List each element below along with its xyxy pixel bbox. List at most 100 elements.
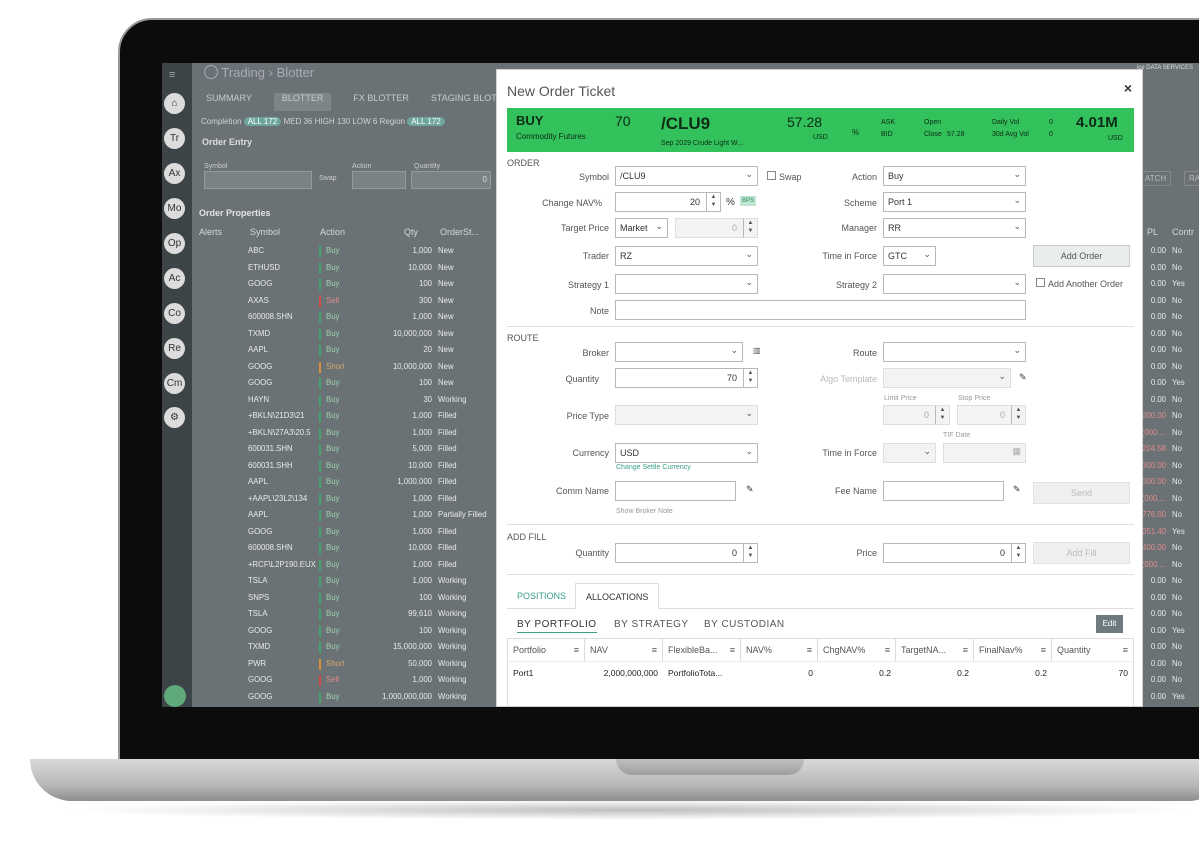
- tab-positions[interactable]: POSITIONS: [507, 583, 576, 610]
- route-tif-select[interactable]: ⌄: [883, 443, 936, 463]
- add-fill-button[interactable]: Add Fill: [1033, 542, 1130, 564]
- table-row[interactable]: GOOG Buy 100 Working: [192, 623, 502, 640]
- right-button-2[interactable]: RAC: [1184, 171, 1199, 186]
- subtab-by-strategy[interactable]: BY STRATEGY: [614, 619, 689, 630]
- change-nav-input[interactable]: 20 ▲ ▼: [615, 192, 721, 212]
- table-row[interactable]: SNPS Buy 100 Working: [192, 590, 502, 607]
- route-quantity-input[interactable]: 70 ▲ ▼: [615, 368, 758, 388]
- th-final-nav[interactable]: FinalNav% ≡: [974, 639, 1052, 661]
- subtab-by-custodian[interactable]: BY CUSTODIAN: [704, 619, 785, 630]
- menu-icon[interactable]: ≡: [1123, 645, 1128, 655]
- tab-allocations[interactable]: ALLOCATIONS: [575, 583, 660, 610]
- subtab-by-portfolio[interactable]: BY PORTFOLIO: [517, 619, 597, 633]
- sidebar-item-op[interactable]: Op: [164, 233, 185, 254]
- fill-quantity-input[interactable]: 0 ▲ ▼: [615, 543, 758, 563]
- cell-quantity[interactable]: 70: [1052, 661, 1133, 683]
- table-row[interactable]: GOOG Short 10,000,000 New: [192, 359, 502, 376]
- table-row[interactable]: TSLA Buy 1,000 Working: [192, 573, 502, 590]
- currency-select[interactable]: USD ⌄: [615, 443, 758, 463]
- filter-all[interactable]: ALL 172: [243, 117, 282, 126]
- comm-name-input[interactable]: [615, 481, 736, 501]
- trader-select[interactable]: RZ ⌄: [615, 246, 758, 266]
- oe-symbol-input[interactable]: [204, 171, 312, 189]
- table-row[interactable]: TXMD Buy 10,000,000 New: [192, 326, 502, 343]
- stepper-icon[interactable]: ▲ ▼: [743, 369, 757, 387]
- col-alerts[interactable]: Alerts: [199, 227, 222, 237]
- strategy2-select[interactable]: ⌄: [883, 274, 1026, 294]
- sidebar-item-re[interactable]: Re: [164, 338, 185, 359]
- edit-button[interactable]: Edit: [1096, 615, 1123, 633]
- manager-select[interactable]: RR ⌄: [883, 218, 1026, 238]
- pencil-icon[interactable]: ✎: [1019, 372, 1027, 383]
- table-row[interactable]: +BKLN\27A3\20.5 Buy 1,000 Filled: [192, 425, 502, 442]
- col-action[interactable]: Action: [320, 227, 345, 237]
- table-row[interactable]: AXAS Sell 300 New: [192, 293, 502, 310]
- stepper-icon[interactable]: ▲ ▼: [706, 193, 720, 211]
- cell-target-nav[interactable]: 0.2: [896, 661, 974, 683]
- col-pl[interactable]: PL: [1147, 227, 1158, 237]
- route-quantity-label[interactable]: Quantity: [527, 374, 599, 384]
- menu-icon[interactable]: ≡: [652, 645, 657, 655]
- table-row[interactable]: AAPL Buy 1,000 Partially Filled: [192, 507, 502, 524]
- tab-summary[interactable]: SUMMARY: [206, 93, 252, 111]
- menu-icon[interactable]: ≡: [730, 645, 735, 655]
- route-select[interactable]: ⌄: [883, 342, 1026, 362]
- menu-icon[interactable]: ≡: [169, 69, 175, 81]
- change-settle-currency-link[interactable]: Change Settle Currency: [616, 464, 691, 471]
- right-button-1[interactable]: ATCH: [1140, 171, 1172, 186]
- th-nav[interactable]: NAV ≡: [585, 639, 663, 661]
- th-nav-pct[interactable]: NAV% ≡: [741, 639, 818, 661]
- fill-price-input[interactable]: 0 ▲ ▼: [883, 543, 1026, 563]
- table-row[interactable]: ETHUSD Buy 10,000 New: [192, 260, 502, 277]
- table-row[interactable]: TSLA Buy 99,610 Working: [192, 606, 502, 623]
- swap-checkbox[interactable]: [767, 171, 776, 180]
- send-button[interactable]: Send: [1033, 482, 1130, 504]
- menu-icon[interactable]: ≡: [963, 645, 968, 655]
- broker-select[interactable]: ⌄: [615, 342, 743, 362]
- sidebar-item-mo[interactable]: Mo: [164, 198, 185, 219]
- add-order-button[interactable]: Add Order: [1033, 245, 1130, 267]
- sidebar-item-ax[interactable]: Ax: [164, 163, 185, 184]
- stepper-icon[interactable]: ▲ ▼: [1011, 544, 1025, 562]
- stop-price-input[interactable]: 0 ▲ ▼: [957, 405, 1026, 425]
- th-portfolio[interactable]: Portfolio ≡: [508, 639, 585, 661]
- target-type-select[interactable]: Market ⌄: [615, 218, 668, 238]
- table-row[interactable]: 600031.SHH Buy 10,000 Filled: [192, 458, 502, 475]
- table-row[interactable]: AAPL Buy 20 New: [192, 342, 502, 359]
- oe-swap[interactable]: Swap: [319, 175, 337, 182]
- stepper-icon[interactable]: ▲ ▼: [743, 219, 757, 237]
- table-row[interactable]: GOOG Sell 1,000 Working: [192, 672, 502, 689]
- col-order-status[interactable]: OrderSt...: [440, 227, 479, 237]
- pencil-icon[interactable]: ✎: [746, 484, 754, 495]
- menu-icon[interactable]: ≡: [885, 645, 890, 655]
- table-row[interactable]: AAPL Buy 1,000,000 Filled: [192, 474, 502, 491]
- table-row[interactable]: GOOG Buy 1,000,000,000 Working: [192, 689, 502, 706]
- oe-action-select[interactable]: [352, 171, 406, 189]
- change-nav-label[interactable]: Change NAV%: [517, 198, 602, 208]
- note-input[interactable]: [615, 300, 1026, 320]
- fee-name-input[interactable]: [883, 481, 1004, 501]
- close-icon[interactable]: ×: [1124, 80, 1132, 96]
- table-row[interactable]: +AAPL\23L2\134 Buy 1,000 Filled: [192, 491, 502, 508]
- action-select[interactable]: Buy ⌄: [883, 166, 1026, 186]
- sidebar-item-tr[interactable]: Tr: [164, 128, 185, 149]
- menu-icon[interactable]: ≡: [574, 645, 579, 655]
- strategy1-select[interactable]: ⌄: [615, 274, 758, 294]
- table-row[interactable]: ABC Buy 1,000 New: [192, 243, 502, 260]
- cart-icon[interactable]: [164, 685, 186, 707]
- table-row[interactable]: +BKLN\21D3\21 Buy 1,000 Filled: [192, 408, 502, 425]
- table-row[interactable]: GOOG Buy 100 New: [192, 276, 502, 293]
- tif-select[interactable]: GTC ⌄: [883, 246, 936, 266]
- algo-template-select[interactable]: ⌄: [883, 368, 1011, 388]
- add-another-checkbox[interactable]: [1036, 278, 1045, 287]
- sidebar-item-co[interactable]: Co: [164, 303, 185, 324]
- filter-med[interactable]: MED: [283, 117, 301, 126]
- scheme-select[interactable]: Port 1 ⌄: [883, 192, 1026, 212]
- table-row[interactable]: GOOG Buy 1,000 Filled: [192, 524, 502, 541]
- th-target-nav[interactable]: TargetNA... ≡: [896, 639, 974, 661]
- th-flexible[interactable]: FlexibleBa... ≡: [663, 639, 741, 661]
- table-row[interactable]: +RCF\L2P190.EUX Buy 1,000 Filled: [192, 557, 502, 574]
- col-qty[interactable]: Qty: [404, 227, 418, 237]
- region-all[interactable]: ALL 172: [407, 117, 445, 126]
- calendar-icon[interactable]: ▦: [1012, 446, 1021, 457]
